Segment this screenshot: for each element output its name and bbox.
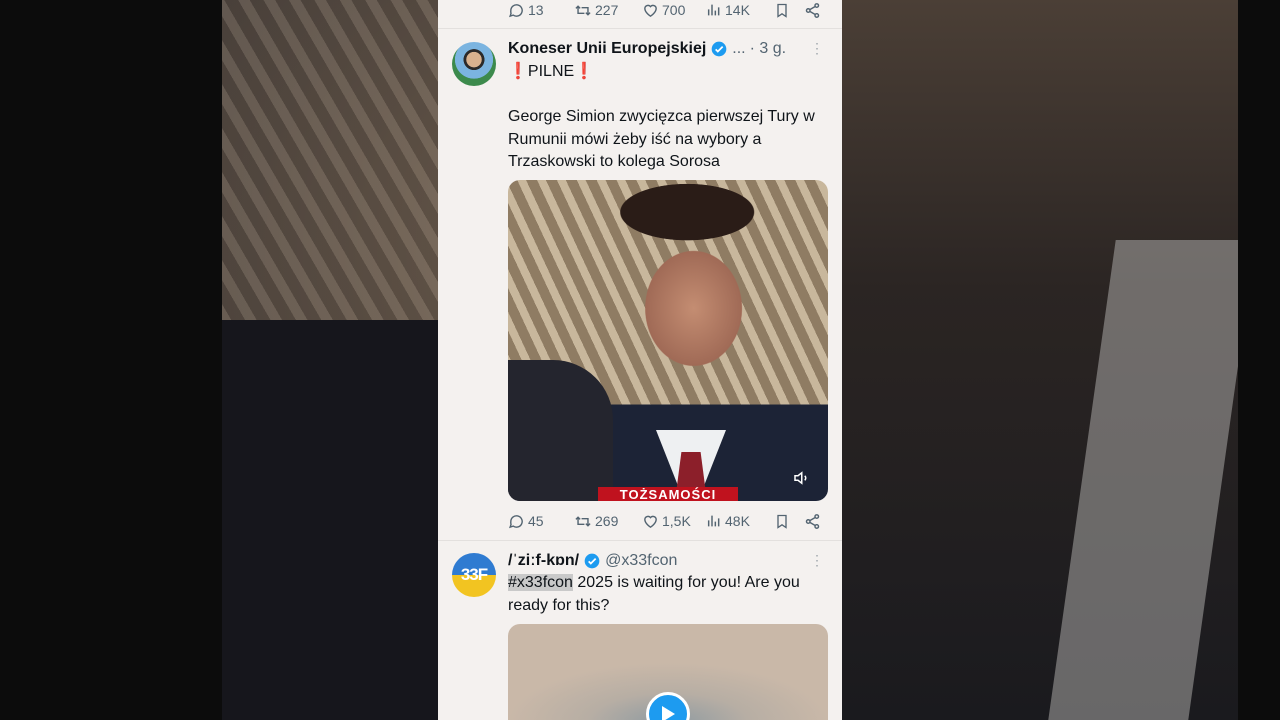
play-button[interactable] (646, 692, 690, 720)
reply-icon (509, 3, 523, 17)
views-count: 48K (725, 513, 750, 529)
share-icon (805, 513, 820, 529)
tweet-header: /ˈziːf-kɒn/ @x33fcon (508, 550, 677, 572)
like-icon (644, 515, 657, 528)
exclamation-icon: ❗ (508, 63, 528, 80)
tweet-feed: 13 227 700 14K Koneser Unii Europejskiej… (438, 0, 842, 720)
display-name[interactable]: Koneser Unii Europejskiej (508, 40, 706, 58)
tweet-text: #x33fcon 2025 is waiting for you! Are yo… (508, 572, 833, 617)
sound-icon[interactable] (792, 469, 810, 487)
views-button[interactable]: 48K (706, 513, 750, 529)
right-letterbox (1238, 0, 1280, 720)
video-banner: TOŻSAMOŚCI (598, 487, 738, 501)
like-count: 1,5K (662, 513, 691, 529)
divider (438, 28, 842, 29)
more-icon[interactable]: ⋮ (810, 552, 824, 569)
tweet-header: Koneser Unii Europejskiej ... · 3 g. (508, 38, 786, 60)
verified-icon (711, 41, 727, 57)
more-icon[interactable]: ⋮ (810, 40, 824, 57)
alert-label: PILNE (527, 63, 575, 80)
bookmark-button[interactable] (774, 513, 790, 530)
retweet-count: 269 (595, 513, 619, 529)
reply-icon (509, 514, 523, 528)
verified-icon (584, 553, 600, 569)
views-button[interactable]: 14K (706, 2, 750, 18)
retweet-button[interactable]: 227 (574, 2, 618, 19)
handle[interactable]: @x33fcon (605, 552, 677, 570)
share-icon (805, 2, 820, 18)
handle[interactable]: ... (732, 40, 745, 58)
bookmark-icon (777, 514, 787, 529)
tweet-text: George Simion zwycięzca pierwszej Tury w… (508, 108, 815, 170)
like-button[interactable]: 1,5K (642, 513, 691, 530)
play-icon (662, 706, 675, 720)
tweet-alert-line: ❗PILNE❗ (508, 61, 833, 84)
avatar[interactable]: 33F (452, 553, 496, 597)
timestamp[interactable]: · 3 g. (750, 40, 786, 58)
reply-button[interactable]: 13 (508, 2, 544, 19)
avatar[interactable] (452, 42, 496, 86)
views-icon (707, 4, 720, 16)
share-button[interactable] (804, 2, 821, 19)
retweet-icon (575, 515, 591, 527)
hashtag-link[interactable]: #x33fcon (508, 574, 573, 591)
retweet-icon (575, 4, 591, 16)
like-button[interactable]: 700 (642, 2, 685, 19)
exclamation-icon: ❗ (574, 63, 595, 80)
display-name[interactable]: /ˈziːf-kɒn/ (508, 552, 579, 570)
left-letterbox (0, 0, 222, 720)
views-icon (707, 515, 720, 527)
like-icon (644, 4, 657, 17)
retweet-button[interactable]: 269 (574, 513, 618, 530)
reply-count: 13 (528, 2, 544, 18)
tweet-actions-previous: 13 227 700 14K (508, 0, 826, 20)
tweet-video[interactable]: TOŻSAMOŚCI (508, 180, 828, 501)
bookmark-icon (777, 3, 787, 18)
reply-button[interactable]: 45 (508, 513, 544, 530)
reply-count: 45 (528, 513, 544, 529)
tweet-actions: 45 269 1,5K 48K (508, 511, 826, 531)
divider (438, 540, 842, 541)
share-button[interactable] (804, 513, 821, 530)
like-count: 700 (662, 2, 686, 18)
bookmark-button[interactable] (774, 2, 790, 19)
tweet-video[interactable] (508, 624, 828, 720)
retweet-count: 227 (595, 2, 619, 18)
views-count: 14K (725, 2, 750, 18)
